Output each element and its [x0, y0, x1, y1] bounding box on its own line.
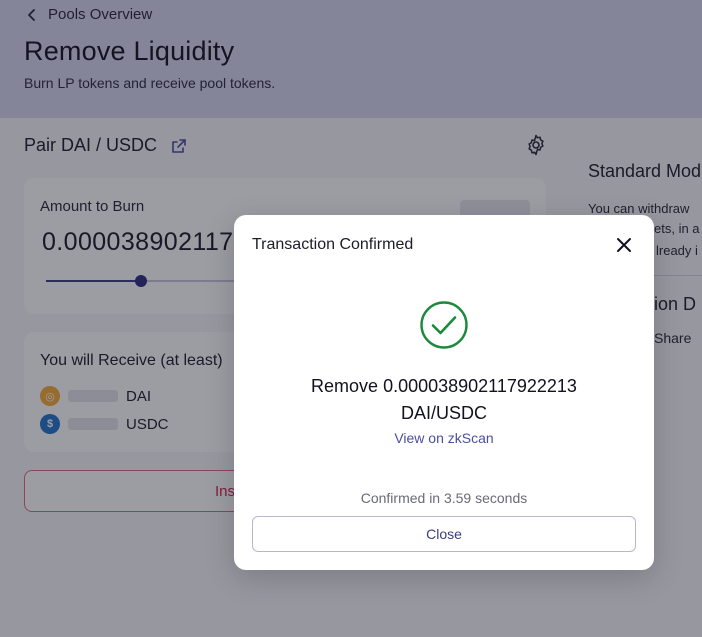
transaction-summary-line: Remove 0.000038902117922213: [311, 376, 577, 396]
transaction-confirmed-modal: Transaction Confirmed Remove 0.000038902…: [234, 215, 654, 570]
transaction-summary: Remove 0.000038902117922213 DAI/USDC: [234, 373, 654, 427]
transaction-summary-line: DAI/USDC: [400, 403, 487, 423]
check-circle-icon: [420, 301, 468, 349]
close-icon[interactable]: [614, 235, 634, 255]
view-on-zkscan-link[interactable]: View on zkScan: [234, 430, 654, 446]
modal-title: Transaction Confirmed: [252, 236, 414, 253]
close-button[interactable]: Close: [252, 516, 636, 552]
confirmation-time: Confirmed in 3.59 seconds: [360, 490, 528, 506]
